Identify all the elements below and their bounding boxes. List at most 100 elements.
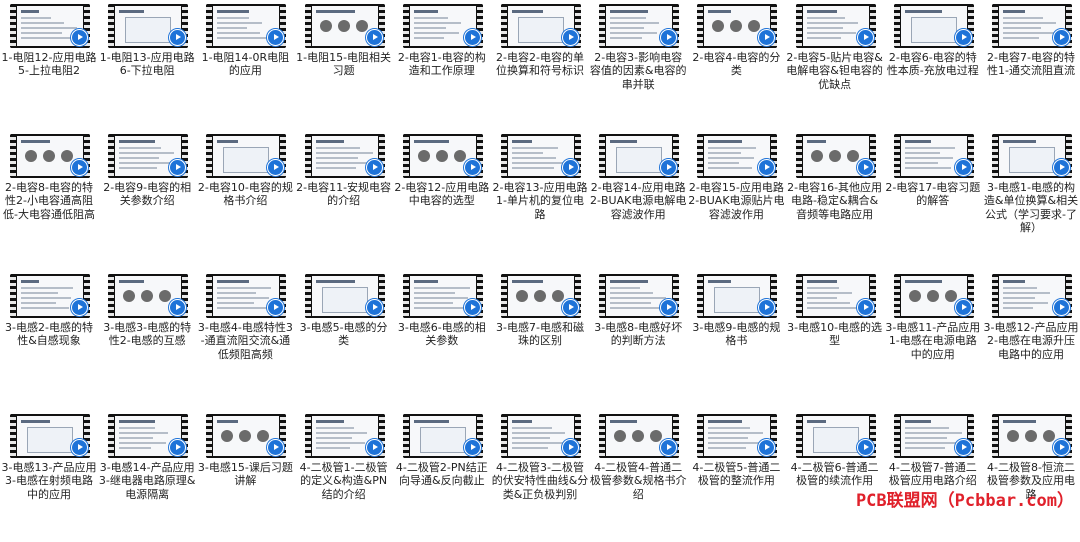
file-item[interactable]: 4-二极管2-PN结正向导通&反向截止 xyxy=(393,412,491,542)
play-icon[interactable] xyxy=(856,299,874,316)
play-icon[interactable] xyxy=(463,159,481,176)
play-icon[interactable] xyxy=(71,29,88,46)
play-icon[interactable] xyxy=(856,439,874,456)
file-item[interactable]: 2-电容15-应用电路2-BUAK电源贴片电容滤波作用 xyxy=(687,132,785,262)
video-thumbnail[interactable] xyxy=(108,4,189,48)
file-item[interactable]: 3-电感9-电感的规格书 xyxy=(687,272,785,402)
file-item[interactable]: 3-电感1-电感的构造&单位换算&相关公式（学习要求-了解） xyxy=(982,132,1080,262)
file-item[interactable]: 2-电容6-电容的特性本质-充放电过程 xyxy=(884,2,982,132)
video-thumbnail[interactable] xyxy=(402,134,483,178)
play-icon[interactable] xyxy=(954,159,972,176)
video-thumbnail[interactable] xyxy=(992,274,1072,318)
video-thumbnail[interactable] xyxy=(599,4,680,48)
video-thumbnail[interactable] xyxy=(795,414,876,458)
video-thumbnail[interactable] xyxy=(893,414,974,458)
play-icon[interactable] xyxy=(562,159,579,176)
play-icon[interactable] xyxy=(1053,159,1070,176)
play-icon[interactable] xyxy=(562,29,579,46)
video-thumbnail[interactable] xyxy=(501,414,581,458)
file-item[interactable]: 3-电感7-电感和磁珠的区别 xyxy=(491,272,589,402)
video-thumbnail[interactable] xyxy=(304,4,385,48)
file-item[interactable]: 2-电容4-电容的分类 xyxy=(687,2,785,132)
file-item[interactable]: 3-电感6-电感的相关参数 xyxy=(393,272,491,402)
video-thumbnail[interactable] xyxy=(795,274,876,318)
file-item[interactable]: 2-电容5-贴片电容&电解电容&钽电容的优缺点 xyxy=(786,2,884,132)
video-thumbnail[interactable] xyxy=(206,414,287,458)
video-thumbnail[interactable] xyxy=(893,134,974,178)
video-thumbnail[interactable] xyxy=(599,414,680,458)
video-thumbnail[interactable] xyxy=(304,414,385,458)
play-icon[interactable] xyxy=(463,299,481,316)
play-icon[interactable] xyxy=(856,29,874,46)
play-icon[interactable] xyxy=(463,439,481,456)
video-thumbnail[interactable] xyxy=(697,4,778,48)
video-thumbnail[interactable] xyxy=(893,274,974,318)
video-thumbnail[interactable] xyxy=(402,274,483,318)
video-thumbnail[interactable] xyxy=(206,274,287,318)
file-item[interactable]: 1-电阻14-0R电阻的应用 xyxy=(196,2,294,132)
file-item[interactable]: 3-电感2-电感的特性&自感现象 xyxy=(0,272,98,402)
play-icon[interactable] xyxy=(365,299,383,316)
play-icon[interactable] xyxy=(365,159,383,176)
play-icon[interactable] xyxy=(562,439,579,456)
play-icon[interactable] xyxy=(1053,439,1070,456)
file-item[interactable]: 4-二极管1-二极管的定义&构造&PN结的介绍 xyxy=(295,412,393,542)
play-icon[interactable] xyxy=(463,29,481,46)
video-thumbnail[interactable] xyxy=(10,414,90,458)
file-item[interactable]: 4-二极管5-普通二极管的整流作用 xyxy=(687,412,785,542)
play-icon[interactable] xyxy=(365,29,383,46)
video-thumbnail[interactable] xyxy=(501,274,581,318)
play-icon[interactable] xyxy=(1053,29,1070,46)
file-item[interactable]: 2-电容7-电容的特性1-通交流阻直流 xyxy=(982,2,1080,132)
video-thumbnail[interactable] xyxy=(108,134,189,178)
file-item[interactable]: 2-电容1-电容的构造和工作原理 xyxy=(393,2,491,132)
video-thumbnail[interactable] xyxy=(697,274,778,318)
file-item[interactable]: 1-电阻12-应用电路5-上拉电阻2 xyxy=(0,2,98,132)
video-thumbnail[interactable] xyxy=(108,414,189,458)
play-icon[interactable] xyxy=(562,299,579,316)
video-thumbnail[interactable] xyxy=(10,4,90,48)
video-thumbnail[interactable] xyxy=(304,274,385,318)
file-item[interactable]: 3-电感8-电感好坏的判断方法 xyxy=(589,272,687,402)
file-item[interactable]: 4-二极管7-普通二极管应用电路介绍 xyxy=(884,412,982,542)
file-item[interactable]: 3-电感11-产品应用1-电感在电源电路中的应用 xyxy=(884,272,982,402)
video-thumbnail[interactable] xyxy=(992,414,1072,458)
play-icon[interactable] xyxy=(856,159,874,176)
file-item[interactable]: 3-电感4-电感特性3-通直流阻交流&通低频阻高频 xyxy=(196,272,294,402)
video-thumbnail[interactable] xyxy=(992,134,1072,178)
file-item[interactable]: 2-电容9-电容的相关参数介绍 xyxy=(98,132,196,262)
file-item[interactable]: 2-电容3-影响电容容值的因素&电容的串并联 xyxy=(589,2,687,132)
file-item[interactable]: 2-电容2-电容的单位换算和符号标识 xyxy=(491,2,589,132)
play-icon[interactable] xyxy=(71,439,88,456)
play-icon[interactable] xyxy=(954,29,972,46)
file-item[interactable]: 2-电容17-电容习题的解答 xyxy=(884,132,982,262)
video-thumbnail[interactable] xyxy=(697,414,778,458)
video-thumbnail[interactable] xyxy=(108,274,189,318)
file-item[interactable]: 3-电感10-电感的选型 xyxy=(786,272,884,402)
file-item[interactable]: 3-电感13-产品应用3-电感在射频电路中的应用 xyxy=(0,412,98,542)
video-thumbnail[interactable] xyxy=(599,274,680,318)
video-thumbnail[interactable] xyxy=(599,134,680,178)
file-item[interactable]: 2-电容8-电容的特性2-小电容通高阻低-大电容通低阻高 xyxy=(0,132,98,262)
file-item[interactable]: 2-电容16-其他应用电路-稳定&耦合&音频等电路应用 xyxy=(786,132,884,262)
file-item[interactable]: 2-电容14-应用电路2-BUAK电源电解电容滤波作用 xyxy=(589,132,687,262)
video-thumbnail[interactable] xyxy=(10,134,90,178)
video-thumbnail[interactable] xyxy=(697,134,778,178)
file-item[interactable]: 4-二极管8-恒流二极管参数及应用电路 xyxy=(982,412,1080,542)
file-item[interactable]: 4-二极管4-普通二极管参数&规格书介绍 xyxy=(589,412,687,542)
video-thumbnail[interactable] xyxy=(10,274,90,318)
video-thumbnail[interactable] xyxy=(992,4,1072,48)
file-item[interactable]: 3-电感12-产品应用2-电感在电源升压电路中的应用 xyxy=(982,272,1080,402)
file-item[interactable]: 3-电感15-课后习题讲解 xyxy=(196,412,294,542)
file-item[interactable]: 3-电感5-电感的分类 xyxy=(295,272,393,402)
play-icon[interactable] xyxy=(954,299,972,316)
file-item[interactable]: 2-电容11-安规电容的介绍 xyxy=(295,132,393,262)
video-thumbnail[interactable] xyxy=(893,4,974,48)
video-thumbnail[interactable] xyxy=(795,4,876,48)
file-item[interactable]: 3-电感14-产品应用3-继电器电路原理&电源隔离 xyxy=(98,412,196,542)
file-item[interactable]: 4-二极管3-二极管的伏安特性曲线&分类&正负极判别 xyxy=(491,412,589,542)
video-thumbnail[interactable] xyxy=(501,4,581,48)
video-thumbnail[interactable] xyxy=(402,414,483,458)
file-item[interactable]: 4-二极管6-普通二极管的续流作用 xyxy=(786,412,884,542)
play-icon[interactable] xyxy=(954,439,972,456)
